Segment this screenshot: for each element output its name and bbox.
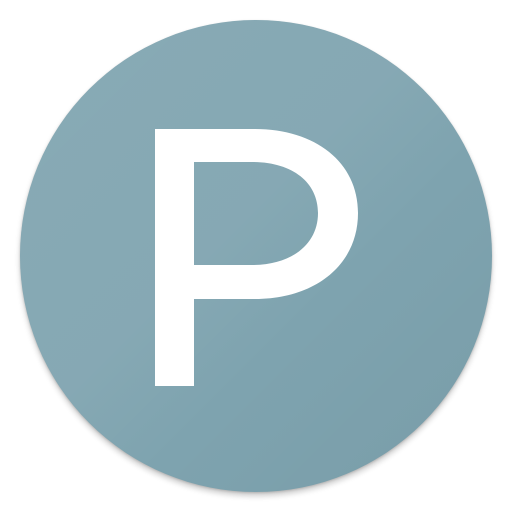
letter-p-icon: P xyxy=(155,129,358,386)
app-icon[interactable]: P xyxy=(20,20,492,492)
icon-canvas: P xyxy=(0,0,512,512)
